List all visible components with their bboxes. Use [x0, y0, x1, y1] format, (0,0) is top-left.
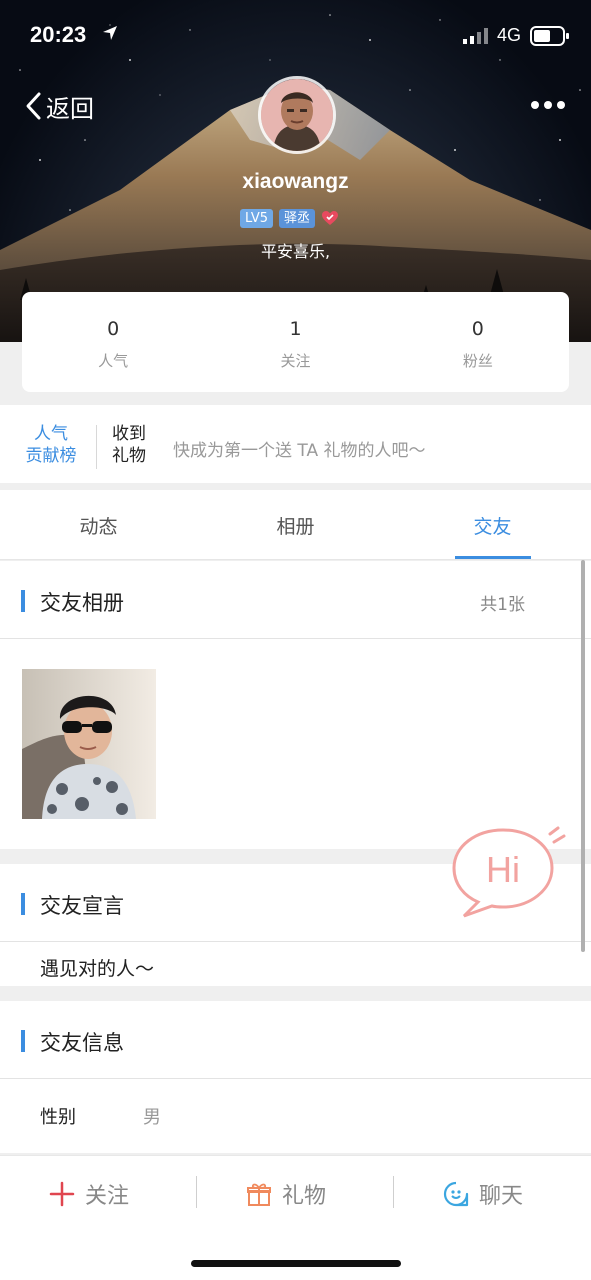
received-line1: 收到	[112, 424, 146, 444]
section-title: 交友相册	[40, 591, 124, 615]
signature-text: 平安喜乐,	[260, 242, 331, 261]
album-photo[interactable]	[22, 669, 156, 819]
section-header: 交友信息	[0, 1001, 591, 1079]
tab-moments[interactable]: 动态	[0, 490, 197, 559]
scrollbar[interactable]	[581, 560, 585, 952]
chevron-left-icon	[26, 92, 41, 120]
stat-label: 粉丝	[462, 352, 493, 370]
status-time: 20:23	[30, 22, 87, 47]
chat-label: 聊天	[479, 1184, 524, 1209]
section-title: 交友宣言	[40, 894, 124, 918]
rank-label-line2: 贡献榜	[25, 446, 77, 466]
section-accent-bar	[21, 590, 25, 612]
follow-button[interactable]: 关注	[49, 1174, 129, 1214]
bottom-action-bar: 关注 礼物 聊天	[0, 1155, 591, 1280]
stat-value: 1	[289, 318, 302, 340]
stat-value: 0	[107, 318, 120, 340]
stats-card: 0 人气 1 关注 0 粉丝	[22, 292, 569, 392]
info-value: 男	[143, 1107, 161, 1128]
network-type: 4G	[497, 25, 522, 45]
section-accent-bar	[21, 1030, 25, 1052]
gift-icon	[247, 1183, 271, 1206]
level-badge: LV5	[240, 208, 273, 228]
gift-label: 礼物	[282, 1184, 327, 1209]
location-arrow-icon	[103, 26, 117, 40]
tab-album[interactable]: 相册	[197, 490, 394, 559]
dating-album-section: 交友相册 共1张	[0, 561, 591, 849]
gift-hint-text: 快成为第一个送 TA 礼物的人吧～	[173, 441, 426, 461]
photo-count: 共1张	[480, 595, 525, 615]
avatar-image	[261, 79, 333, 151]
home-indicator	[191, 1260, 401, 1267]
stat-label: 人气	[98, 352, 129, 370]
declaration-text: 遇见对的人～	[40, 958, 155, 980]
profile-tabs: 动态 相册 交友	[0, 490, 591, 560]
section-header: 交友相册 共1张	[0, 561, 591, 639]
stat-value: 0	[471, 318, 484, 340]
stat-fans[interactable]: 0 粉丝	[387, 292, 569, 392]
divider	[196, 1176, 197, 1208]
profile-screen: 20:23 4G 返回 xiaowangz LV5 驿丞 平安喜乐, 0 人气 …	[0, 0, 591, 1280]
stat-following[interactable]: 1 关注	[204, 292, 386, 392]
popularity-ranking-link[interactable]: 人气 贡献榜	[22, 423, 80, 467]
hi-wave-marks	[548, 826, 566, 844]
back-label: 返回	[46, 94, 94, 123]
heart-icon	[322, 211, 338, 225]
dating-info-section: 交友信息 性别 男	[0, 1001, 591, 1153]
chat-button[interactable]: 聊天	[443, 1174, 523, 1214]
divider	[96, 425, 97, 469]
gift-row[interactable]: 人气 贡献榜 收到 礼物 快成为第一个送 TA 礼物的人吧～	[0, 405, 591, 483]
section-accent-bar	[21, 893, 25, 915]
received-line2: 礼物	[112, 446, 146, 466]
stat-popularity[interactable]: 0 人气	[22, 292, 204, 392]
profile-header-background: 20:23 4G 返回 xiaowangz LV5 驿丞 平安喜乐,	[0, 0, 591, 342]
received-gifts-label: 收到 礼物	[112, 423, 146, 467]
status-bar: 20:23 4G	[0, 0, 591, 72]
chat-icon	[443, 1181, 469, 1207]
more-options-icon[interactable]	[528, 95, 568, 115]
avatar[interactable]	[258, 76, 336, 154]
username: xiaowangz	[242, 170, 349, 193]
plus-icon	[49, 1181, 75, 1207]
user-badges: LV5 驿丞	[240, 208, 339, 228]
stat-label: 关注	[280, 352, 311, 370]
rank-label-line1: 人气	[34, 424, 68, 444]
info-row-gender: 性别 男	[0, 1079, 591, 1149]
say-hi-button[interactable]: Hi	[448, 822, 566, 920]
follow-label: 关注	[85, 1184, 130, 1209]
battery-icon	[530, 26, 569, 46]
section-title: 交友信息	[40, 1031, 124, 1055]
tab-dating[interactable]: 交友	[394, 490, 591, 559]
gift-button[interactable]: 礼物	[246, 1174, 326, 1214]
cellular-signal-icon	[463, 28, 488, 44]
photo-image	[22, 669, 156, 819]
info-label: 性别	[40, 1107, 76, 1128]
divider	[393, 1176, 394, 1208]
back-button[interactable]: 返回	[24, 88, 94, 124]
role-badge: 驿丞	[278, 208, 315, 228]
hi-label: Hi	[486, 849, 520, 890]
